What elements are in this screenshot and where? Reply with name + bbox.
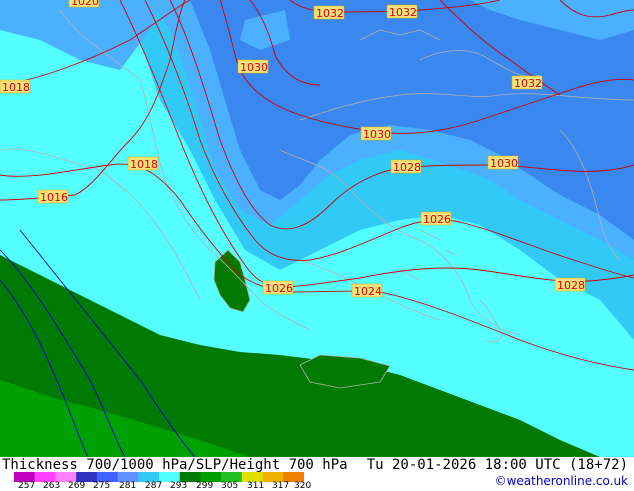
svg-text:1026: 1026: [423, 213, 451, 226]
svg-text:1020: 1020: [71, 0, 99, 8]
isobar-label: 1032: [386, 4, 418, 19]
isobar-label: 1028: [390, 159, 422, 174]
isobar-label: 1020: [68, 0, 100, 8]
isobar-label: 1030: [487, 155, 519, 170]
credit-link[interactable]: ©weatheronline.co.uk: [495, 474, 628, 488]
svg-text:1030: 1030: [240, 61, 268, 74]
isobar-label: 1018: [127, 156, 159, 171]
svg-text:1018: 1018: [130, 158, 158, 171]
isobar-label: 1024: [351, 283, 383, 298]
isobar-label: 1018: [0, 79, 31, 94]
svg-text:1032: 1032: [514, 77, 542, 90]
map-canvas: 1020 1032 1032 1030 1032 1018 1030 1018 …: [0, 0, 634, 457]
valid-time: Tu 20-01-2026 18:00 UTC (18+72): [366, 457, 628, 473]
svg-text:1030: 1030: [363, 128, 391, 141]
weather-map: 1020 1032 1032 1030 1032 1018 1030 1018 …: [0, 0, 634, 457]
isobar-label: 1030: [237, 59, 269, 74]
svg-text:1032: 1032: [389, 6, 417, 19]
map-title: Thickness 700/1000 hPa/SLP/Height 700 hP…: [2, 457, 348, 473]
svg-text:1024: 1024: [354, 285, 382, 298]
isobar-label: 1030: [360, 126, 392, 141]
isobar-label: 1032: [511, 75, 543, 90]
isobar-label: 1032: [313, 5, 345, 20]
svg-text:1026: 1026: [265, 282, 293, 295]
isobar-label: 1016: [37, 189, 69, 204]
svg-text:1030: 1030: [490, 157, 518, 170]
isobar-label: 1026: [420, 211, 452, 226]
svg-text:1028: 1028: [393, 161, 421, 174]
svg-text:1018: 1018: [2, 81, 30, 94]
svg-text:1032: 1032: [316, 7, 344, 20]
isobar-label: 1026: [262, 280, 294, 295]
isobar-label: 1028: [554, 277, 586, 292]
svg-text:1016: 1016: [40, 191, 68, 204]
svg-text:1028: 1028: [557, 279, 585, 292]
